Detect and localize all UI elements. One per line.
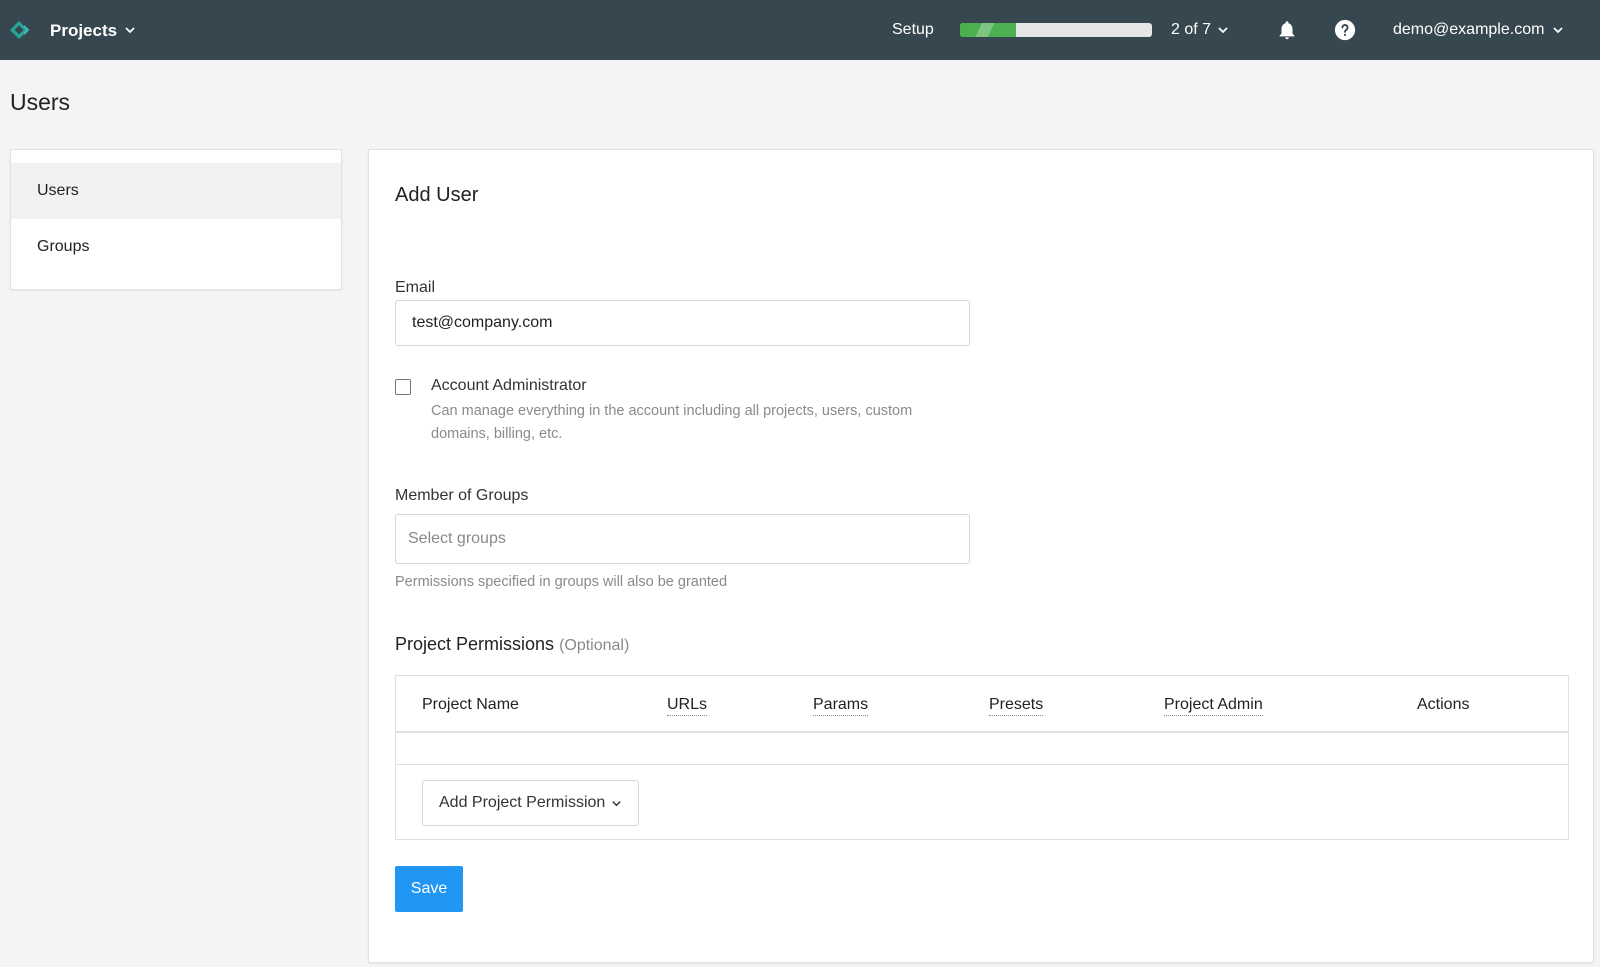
- col-project-name: Project Name: [422, 696, 519, 713]
- setup-step-dropdown[interactable]: 2 of 7: [1171, 21, 1229, 39]
- setup-label: Setup: [892, 21, 934, 38]
- permissions-table-header: Project Name URLs Params Presets Project…: [396, 676, 1568, 733]
- groups-select[interactable]: [395, 514, 970, 564]
- save-button[interactable]: Save: [395, 866, 463, 912]
- account-admin-checkbox[interactable]: [395, 379, 411, 395]
- chevron-down-icon: [125, 27, 135, 34]
- projects-label: Projects: [50, 21, 118, 40]
- add-project-permission-label: Add Project Permission: [439, 794, 606, 811]
- logo-icon: [10, 21, 30, 39]
- help-icon[interactable]: [1334, 19, 1356, 41]
- col-urls[interactable]: URLs: [667, 696, 708, 716]
- account-admin-label: Account Administrator: [431, 377, 587, 394]
- email-field[interactable]: [395, 300, 970, 346]
- sidebar-item-users[interactable]: Users: [11, 163, 341, 219]
- permissions-empty-row: [396, 734, 1568, 765]
- sidebar-item-groups[interactable]: Groups: [11, 219, 341, 275]
- chevron-down-icon: [1553, 27, 1564, 34]
- page-title: Users: [10, 89, 71, 115]
- permissions-title: Project Permissions: [395, 634, 555, 654]
- top-bar: Projects Setup 2 of 7 demo@example.com: [0, 0, 1600, 60]
- setup-progress-fill: [960, 23, 1016, 37]
- col-project-admin[interactable]: Project Admin: [1164, 696, 1263, 716]
- permissions-table: Project Name URLs Params Presets Project…: [395, 675, 1569, 840]
- bell-icon[interactable]: [1276, 19, 1298, 41]
- col-presets[interactable]: Presets: [989, 696, 1044, 716]
- chevron-down-icon: [1218, 27, 1228, 34]
- permissions-section-title: Project Permissions (Optional): [395, 634, 629, 655]
- account-menu[interactable]: demo@example.com: [1393, 21, 1564, 39]
- permissions-optional: (Optional): [559, 637, 630, 654]
- add-user-card: Add User Email Account Administrator Can…: [368, 149, 1594, 963]
- sidebar: Users Groups: [10, 149, 342, 290]
- groups-hint: Permissions specified in groups will als…: [395, 574, 728, 590]
- step-counter-label: 2 of 7: [1171, 21, 1212, 38]
- groups-label: Member of Groups: [395, 487, 529, 504]
- add-project-permission-button[interactable]: Add Project Permission: [422, 780, 640, 826]
- chevron-down-icon: [612, 800, 621, 806]
- projects-menu[interactable]: Projects: [10, 18, 135, 42]
- col-params[interactable]: Params: [813, 696, 869, 716]
- card-title: Add User: [395, 184, 479, 206]
- col-actions: Actions: [1417, 696, 1470, 713]
- account-admin-description: Can manage everything in the account inc…: [431, 403, 913, 442]
- setup-progress-bar[interactable]: [960, 23, 1152, 37]
- account-email: demo@example.com: [1393, 21, 1545, 38]
- email-label: Email: [395, 279, 436, 296]
